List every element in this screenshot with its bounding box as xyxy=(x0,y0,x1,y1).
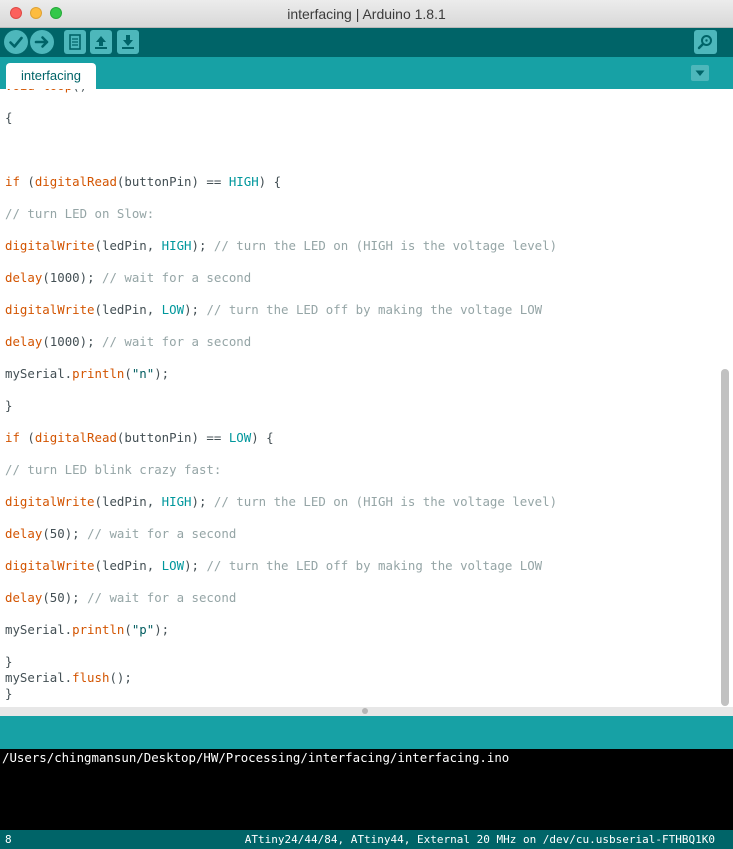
code-line: delay(1000); // wait for a second xyxy=(5,334,252,349)
code-line: // turn LED blink crazy fast: xyxy=(5,462,222,477)
arrow-up-icon xyxy=(95,36,107,49)
new-file-icon xyxy=(69,34,81,50)
message-bar xyxy=(0,716,733,749)
code-line: if (digitalRead(buttonPin) == HIGH) { xyxy=(5,174,282,189)
arrow-right-icon xyxy=(34,36,49,48)
console-text: /Users/chingmansun/Desktop/HW/Processing… xyxy=(2,750,510,765)
tab-menu-button[interactable] xyxy=(691,65,709,81)
window-title: interfacing | Arduino 1.8.1 xyxy=(287,6,446,22)
checkmark-icon xyxy=(9,36,23,48)
code-line: delay(50); // wait for a second xyxy=(5,526,237,541)
open-sketch-button[interactable] xyxy=(90,30,112,54)
code-line: if (digitalRead(buttonPin) == LOW) { xyxy=(5,430,274,445)
line-number: 8 xyxy=(5,833,12,846)
code-line: digitalWrite(ledPin, HIGH); // turn the … xyxy=(5,494,558,509)
divider-handle-icon xyxy=(362,708,368,714)
pane-divider[interactable] xyxy=(0,707,733,716)
code-line: digitalWrite(ledPin, LOW); // turn the L… xyxy=(5,302,543,317)
arrow-down-icon xyxy=(122,35,134,49)
code-line: digitalWrite(ledPin, HIGH); // turn the … xyxy=(5,238,558,253)
editor-scrollbar[interactable] xyxy=(721,369,729,706)
tab-interfacing[interactable]: interfacing xyxy=(6,63,96,89)
code-line: delay(50); // wait for a second xyxy=(5,590,237,605)
status-bar: 8 ATtiny24/44/84, ATtiny44, External 20 … xyxy=(0,830,733,849)
toolbar xyxy=(0,28,733,57)
code-editor[interactable]: void loop() { if (digitalRead(buttonPin)… xyxy=(0,89,733,707)
code-line: void loop() xyxy=(5,89,87,93)
verify-button[interactable] xyxy=(4,30,28,54)
save-sketch-button[interactable] xyxy=(117,30,139,54)
triangle-down-icon xyxy=(695,70,705,76)
magnifier-icon xyxy=(697,35,712,50)
board-info: ATtiny24/44/84, ATtiny44, External 20 MH… xyxy=(244,833,715,846)
tab-bar: interfacing xyxy=(0,57,733,89)
code-line: } xyxy=(5,398,13,413)
code-line: digitalWrite(ledPin, LOW); // turn the L… xyxy=(5,558,543,573)
code-line: delay(1000); // wait for a second xyxy=(5,270,252,285)
code-text: void loop() { if (digitalRead(buttonPin)… xyxy=(5,89,557,701)
code-line: { xyxy=(5,110,13,125)
code-line: // turn LED on Slow: xyxy=(5,206,155,221)
code-line: mySerial.println("n"); xyxy=(5,366,170,381)
code-line: } xyxy=(5,654,13,669)
serial-monitor-button[interactable] xyxy=(694,30,717,54)
title-bar: interfacing | Arduino 1.8.1 xyxy=(0,0,733,28)
new-sketch-button[interactable] xyxy=(64,30,86,54)
code-line: mySerial.flush(); xyxy=(5,670,132,685)
code-line: mySerial.println("p"); xyxy=(5,622,170,637)
console-output[interactable]: /Users/chingmansun/Desktop/HW/Processing… xyxy=(0,749,733,830)
upload-button[interactable] xyxy=(30,30,54,54)
code-line: } xyxy=(5,686,13,701)
